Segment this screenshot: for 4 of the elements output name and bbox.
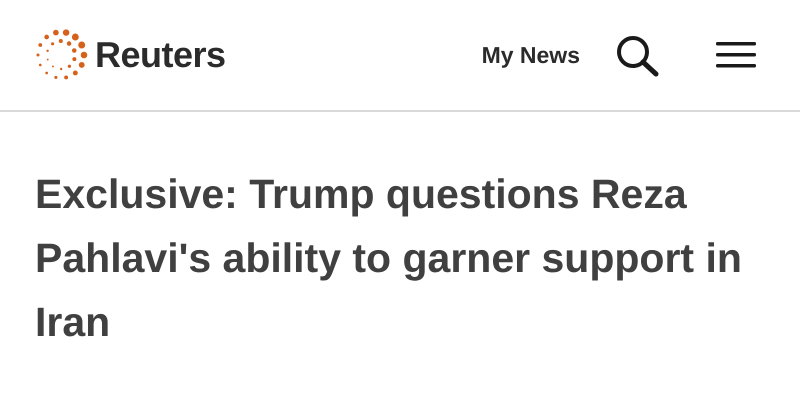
menu-icon[interactable] — [716, 40, 756, 70]
brand-name[interactable]: Reuters — [95, 34, 226, 76]
my-news-link[interactable]: My News — [482, 42, 580, 68]
headline: Exclusive: Trump questions Reza Pahlavi's ability to garner support in Iran — [35, 170, 743, 347]
